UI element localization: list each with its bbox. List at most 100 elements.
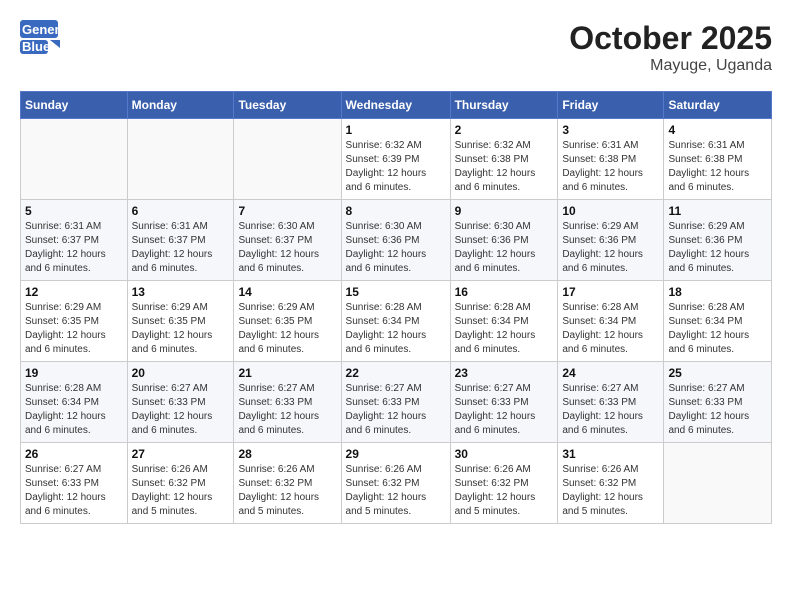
calendar-cell: 20 Sunrise: 6:27 AM Sunset: 6:33 PM Dayli…	[127, 362, 234, 443]
title-block: October 2025 Mayuge, Uganda	[569, 20, 772, 75]
day-info: Sunrise: 6:30 AM Sunset: 6:36 PM Dayligh…	[455, 220, 554, 276]
calendar-cell: 24 Sunrise: 6:27 AM Sunset: 6:33 PM Dayli…	[558, 362, 664, 443]
day-number: 29	[346, 447, 446, 461]
day-number: 27	[132, 447, 230, 461]
day-info: Sunrise: 6:26 AM Sunset: 6:32 PM Dayligh…	[238, 463, 336, 519]
day-info: Sunrise: 6:29 AM Sunset: 6:36 PM Dayligh…	[562, 220, 659, 276]
calendar-cell: 9 Sunrise: 6:30 AM Sunset: 6:36 PM Daylig…	[450, 200, 558, 281]
day-info: Sunrise: 6:27 AM Sunset: 6:33 PM Dayligh…	[238, 382, 336, 438]
logo: General Blue	[20, 20, 60, 56]
logo-icon: General Blue	[20, 20, 60, 56]
calendar-cell: 4 Sunrise: 6:31 AM Sunset: 6:38 PM Daylig…	[664, 119, 772, 200]
day-info: Sunrise: 6:27 AM Sunset: 6:33 PM Dayligh…	[562, 382, 659, 438]
day-number: 23	[455, 366, 554, 380]
calendar-header-row: SundayMondayTuesdayWednesdayThursdayFrid…	[21, 92, 772, 119]
calendar-cell: 13 Sunrise: 6:29 AM Sunset: 6:35 PM Dayli…	[127, 281, 234, 362]
calendar-cell: 2Sunrise: 6:32 AM Sunset: 6:38 PM Daylig…	[450, 119, 558, 200]
calendar-week-4: 19 Sunrise: 6:28 AM Sunset: 6:34 PM Dayli…	[21, 362, 772, 443]
day-number: 15	[346, 285, 446, 299]
day-info: Sunrise: 6:27 AM Sunset: 6:33 PM Dayligh…	[455, 382, 554, 438]
calendar-cell: 15 Sunrise: 6:28 AM Sunset: 6:34 PM Dayli…	[341, 281, 450, 362]
day-number: 22	[346, 366, 446, 380]
calendar-cell: 19 Sunrise: 6:28 AM Sunset: 6:34 PM Dayli…	[21, 362, 128, 443]
day-number: 1	[346, 123, 446, 137]
day-number: 31	[562, 447, 659, 461]
calendar-cell: 26 Sunrise: 6:27 AM Sunset: 6:33 PM Dayli…	[21, 443, 128, 524]
calendar-week-2: 5 Sunrise: 6:31 AM Sunset: 6:37 PM Daylig…	[21, 200, 772, 281]
day-header-friday: Friday	[558, 92, 664, 119]
calendar-cell: 5 Sunrise: 6:31 AM Sunset: 6:37 PM Daylig…	[21, 200, 128, 281]
day-info: Sunrise: 6:28 AM Sunset: 6:34 PM Dayligh…	[25, 382, 123, 438]
calendar-cell: 1 Sunrise: 6:32 AM Sunset: 6:39 PM Daylig…	[341, 119, 450, 200]
day-number: 5	[25, 204, 123, 218]
calendar-week-5: 26 Sunrise: 6:27 AM Sunset: 6:33 PM Dayli…	[21, 443, 772, 524]
day-header-monday: Monday	[127, 92, 234, 119]
day-number: 24	[562, 366, 659, 380]
calendar-cell: 18 Sunrise: 6:28 AM Sunset: 6:34 PM Dayli…	[664, 281, 772, 362]
day-info: Sunrise: 6:28 AM Sunset: 6:34 PM Dayligh…	[668, 301, 767, 357]
day-number: 20	[132, 366, 230, 380]
day-number: 28	[238, 447, 336, 461]
day-info: Sunrise: 6:31 AM Sunset: 6:38 PM Dayligh…	[562, 139, 659, 195]
day-info: Sunrise: 6:31 AM Sunset: 6:37 PM Dayligh…	[25, 220, 123, 276]
day-info: Sunrise: 6:26 AM Sunset: 6:32 PM Dayligh…	[455, 463, 554, 519]
calendar-cell: 23 Sunrise: 6:27 AM Sunset: 6:33 PM Dayli…	[450, 362, 558, 443]
day-info: Sunrise: 6:26 AM Sunset: 6:32 PM Dayligh…	[346, 463, 446, 519]
day-header-tuesday: Tuesday	[234, 92, 341, 119]
day-number: 25	[668, 366, 767, 380]
day-number: 14	[238, 285, 336, 299]
calendar-cell	[127, 119, 234, 200]
day-info: Sunrise: 6:27 AM Sunset: 6:33 PM Dayligh…	[346, 382, 446, 438]
svg-text:General: General	[22, 22, 60, 37]
calendar-cell: 7Sunrise: 6:30 AM Sunset: 6:37 PM Daylig…	[234, 200, 341, 281]
month-title: October 2025	[569, 20, 772, 57]
day-number: 10	[562, 204, 659, 218]
calendar-week-1: 1 Sunrise: 6:32 AM Sunset: 6:39 PM Daylig…	[21, 119, 772, 200]
day-number: 17	[562, 285, 659, 299]
day-info: Sunrise: 6:31 AM Sunset: 6:37 PM Dayligh…	[132, 220, 230, 276]
day-header-sunday: Sunday	[21, 92, 128, 119]
day-number: 3	[562, 123, 659, 137]
calendar-cell: 29 Sunrise: 6:26 AM Sunset: 6:32 PM Dayli…	[341, 443, 450, 524]
day-number: 2	[455, 123, 554, 137]
location: Mayuge, Uganda	[569, 57, 772, 75]
day-info: Sunrise: 6:31 AM Sunset: 6:38 PM Dayligh…	[668, 139, 767, 195]
day-info: Sunrise: 6:29 AM Sunset: 6:35 PM Dayligh…	[25, 301, 123, 357]
day-info: Sunrise: 6:29 AM Sunset: 6:35 PM Dayligh…	[132, 301, 230, 357]
day-info: Sunrise: 6:30 AM Sunset: 6:37 PM Dayligh…	[238, 220, 336, 276]
day-number: 16	[455, 285, 554, 299]
day-number: 19	[25, 366, 123, 380]
calendar-cell	[21, 119, 128, 200]
day-number: 6	[132, 204, 230, 218]
day-number: 26	[25, 447, 123, 461]
calendar-cell: 25 Sunrise: 6:27 AM Sunset: 6:33 PM Dayli…	[664, 362, 772, 443]
day-number: 30	[455, 447, 554, 461]
calendar-week-3: 12Sunrise: 6:29 AM Sunset: 6:35 PM Dayli…	[21, 281, 772, 362]
calendar-cell: 22 Sunrise: 6:27 AM Sunset: 6:33 PM Dayli…	[341, 362, 450, 443]
day-info: Sunrise: 6:28 AM Sunset: 6:34 PM Dayligh…	[346, 301, 446, 357]
day-info: Sunrise: 6:27 AM Sunset: 6:33 PM Dayligh…	[132, 382, 230, 438]
calendar-cell: 11Sunrise: 6:29 AM Sunset: 6:36 PM Dayli…	[664, 200, 772, 281]
day-number: 18	[668, 285, 767, 299]
calendar-cell: 3 Sunrise: 6:31 AM Sunset: 6:38 PM Daylig…	[558, 119, 664, 200]
day-info: Sunrise: 6:27 AM Sunset: 6:33 PM Dayligh…	[668, 382, 767, 438]
day-number: 8	[346, 204, 446, 218]
calendar-cell: 12Sunrise: 6:29 AM Sunset: 6:35 PM Dayli…	[21, 281, 128, 362]
svg-text:Blue: Blue	[22, 39, 50, 54]
calendar-cell: 17 Sunrise: 6:28 AM Sunset: 6:34 PM Dayli…	[558, 281, 664, 362]
day-number: 9	[455, 204, 554, 218]
day-info: Sunrise: 6:27 AM Sunset: 6:33 PM Dayligh…	[25, 463, 123, 519]
calendar-cell: 16Sunrise: 6:28 AM Sunset: 6:34 PM Dayli…	[450, 281, 558, 362]
day-number: 4	[668, 123, 767, 137]
day-number: 21	[238, 366, 336, 380]
day-info: Sunrise: 6:28 AM Sunset: 6:34 PM Dayligh…	[562, 301, 659, 357]
calendar-cell: 28 Sunrise: 6:26 AM Sunset: 6:32 PM Dayli…	[234, 443, 341, 524]
day-info: Sunrise: 6:29 AM Sunset: 6:36 PM Dayligh…	[668, 220, 767, 276]
day-info: Sunrise: 6:26 AM Sunset: 6:32 PM Dayligh…	[132, 463, 230, 519]
calendar-cell: 27 Sunrise: 6:26 AM Sunset: 6:32 PM Dayli…	[127, 443, 234, 524]
day-info: Sunrise: 6:32 AM Sunset: 6:39 PM Dayligh…	[346, 139, 446, 195]
day-info: Sunrise: 6:30 AM Sunset: 6:36 PM Dayligh…	[346, 220, 446, 276]
day-header-thursday: Thursday	[450, 92, 558, 119]
day-number: 13	[132, 285, 230, 299]
day-header-wednesday: Wednesday	[341, 92, 450, 119]
